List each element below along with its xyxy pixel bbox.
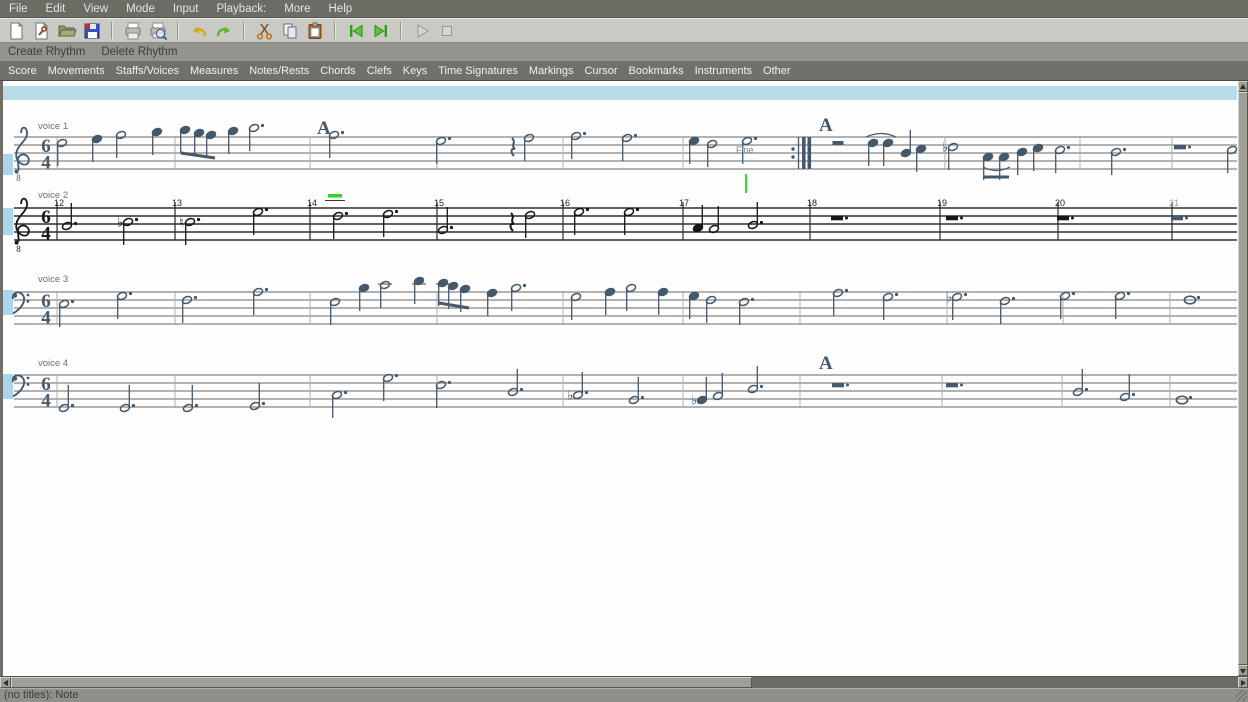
svg-text:4: 4 — [41, 308, 51, 329]
svg-text:voice 4: voice 4 — [38, 358, 68, 369]
horizontal-scrollbar[interactable] — [0, 676, 1248, 688]
svg-text:20: 20 — [1055, 198, 1065, 208]
svg-text:A: A — [819, 115, 833, 136]
scroll-up-button[interactable] — [1238, 81, 1248, 92]
left-arrow-icon — [3, 680, 8, 686]
svg-text:A: A — [819, 353, 833, 374]
svg-text:4: 4 — [41, 391, 51, 412]
svg-text:4: 4 — [41, 224, 51, 245]
vertical-scroll-thumb[interactable] — [1238, 92, 1248, 665]
up-arrow-icon — [1240, 84, 1246, 89]
svg-text:8: 8 — [16, 244, 21, 254]
svg-text:♭: ♭ — [567, 389, 573, 404]
svg-text:4: 4 — [41, 153, 51, 174]
svg-text:voice 3: voice 3 — [38, 274, 68, 285]
svg-text:8: 8 — [16, 173, 21, 183]
svg-text:19: 19 — [937, 198, 947, 208]
status-text: (no titles): Note — [4, 689, 79, 701]
svg-text:18: 18 — [807, 198, 817, 208]
score-canvas[interactable]: 864♭864♭♮64♭64♭♭voice 1voice 2voice 3voi… — [0, 0, 1248, 676]
svg-text:A: A — [317, 118, 331, 139]
resize-grip[interactable] — [1236, 690, 1247, 701]
svg-text:♮: ♮ — [179, 216, 184, 231]
vertical-scrollbar[interactable] — [1238, 81, 1248, 676]
svg-text:♭: ♭ — [691, 394, 697, 409]
horizontal-scroll-thumb[interactable] — [11, 677, 752, 688]
svg-text:21: 21 — [1169, 198, 1179, 208]
svg-text:17: 17 — [679, 198, 689, 208]
svg-text:14: 14 — [307, 198, 317, 208]
scroll-left-button[interactable] — [0, 677, 11, 688]
down-arrow-icon — [1240, 669, 1246, 674]
svg-text:voice 1: voice 1 — [38, 121, 68, 132]
svg-text:♭: ♭ — [946, 291, 952, 306]
status-bar: (no titles): Note — [0, 688, 1248, 702]
scroll-down-button[interactable] — [1238, 665, 1248, 676]
svg-text:♭: ♭ — [942, 141, 948, 156]
svg-text:♭: ♭ — [117, 216, 123, 231]
scroll-right-button[interactable] — [1238, 677, 1248, 688]
right-arrow-icon — [1241, 680, 1246, 686]
svg-text:13: 13 — [172, 198, 182, 208]
svg-text:Fine: Fine — [736, 145, 754, 155]
svg-text:12: 12 — [54, 198, 64, 208]
svg-text:16: 16 — [560, 198, 570, 208]
svg-text:15: 15 — [434, 198, 444, 208]
